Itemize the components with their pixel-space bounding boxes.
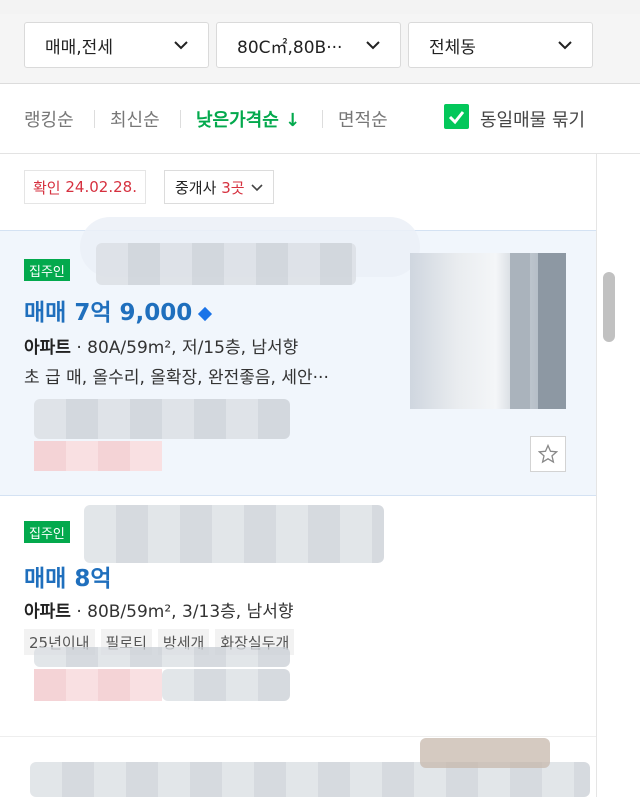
divider bbox=[180, 110, 181, 128]
chevron-down-icon bbox=[366, 41, 380, 50]
listing-spec-text: 80A/59m², 저/15층, 남서향 bbox=[87, 338, 299, 358]
chevron-down-icon bbox=[174, 41, 188, 50]
agents-label: 중개사 bbox=[175, 178, 217, 197]
confirm-prefix: 확인 bbox=[33, 178, 61, 197]
blurred-tag bbox=[34, 441, 162, 471]
divider bbox=[322, 110, 323, 128]
sort-ranking[interactable]: 랭킹순 bbox=[24, 106, 74, 132]
listing-photo[interactable] bbox=[410, 253, 566, 409]
listing-card[interactable]: 집주인 매매 8억 아파트 · 80B/59m², 3/13층, 남서향 25년… bbox=[0, 497, 596, 737]
confirm-date: 24.02.28. bbox=[65, 178, 137, 196]
listing-description: 초 급 매, 올수리, 올확장, 완전좋음, 세안··· bbox=[24, 368, 329, 388]
listing-card[interactable]: 집주인 매매 7억 9,000 아파트 · 80A/59m², 저/15층, 남… bbox=[0, 217, 596, 496]
scrollbar-thumb[interactable] bbox=[603, 272, 615, 342]
blurred-complex-name bbox=[96, 243, 356, 285]
price-drop-icon bbox=[198, 306, 213, 321]
chevron-down-icon bbox=[250, 184, 263, 192]
confirm-date-badge: 확인 24.02.28. bbox=[24, 170, 146, 204]
blurred-agent-info bbox=[34, 399, 290, 439]
blurred-agent-info bbox=[34, 647, 290, 667]
listing-price: 매매 8억 bbox=[24, 559, 112, 593]
sort-low-price[interactable]: 낮은가격순 ↓ bbox=[196, 106, 300, 132]
group-same-listings-checkbox[interactable] bbox=[444, 104, 469, 129]
listing-spec: 아파트 · 80B/59m², 3/13층, 남서향 bbox=[24, 602, 294, 622]
sort-bar: 랭킹순 최신순 낮은가격순 ↓ 면적순 동일매물 묶기 bbox=[0, 84, 640, 154]
star-icon bbox=[538, 444, 558, 464]
listing-card[interactable] bbox=[0, 738, 596, 797]
blurred-complex-name bbox=[84, 505, 384, 563]
agents-count: 3곳 bbox=[221, 178, 245, 197]
sort-low-price-label: 낮은가격순 bbox=[196, 110, 279, 131]
area-dropdown[interactable]: 80C㎡,80B··· bbox=[216, 22, 401, 68]
deal-type-value: 매매,전세 bbox=[45, 37, 113, 58]
owner-tag: 집주인 bbox=[24, 259, 70, 281]
favorite-button[interactable] bbox=[530, 436, 566, 472]
scrollbar-track[interactable] bbox=[596, 154, 640, 797]
photo-detail bbox=[538, 253, 566, 409]
owner-tag: 집주인 bbox=[24, 521, 70, 543]
listing-spec-text: 80B/59m², 3/13층, 남서향 bbox=[87, 602, 294, 622]
divider bbox=[94, 110, 95, 128]
sort-newest[interactable]: 최신순 bbox=[110, 106, 160, 132]
listing-spec: 아파트 · 80A/59m², 저/15층, 남서향 bbox=[24, 338, 299, 358]
blurred-agent-info bbox=[162, 669, 290, 701]
top-strip bbox=[0, 0, 640, 14]
listing-type: 아파트 bbox=[24, 602, 71, 622]
group-same-listings-label[interactable]: 동일매물 묶기 bbox=[480, 106, 585, 132]
checkmark-icon bbox=[448, 111, 465, 125]
region-dropdown[interactable]: 전체동 bbox=[408, 22, 593, 68]
listing-price: 매매 7억 9,000 bbox=[24, 293, 213, 327]
filter-bar: 매매,전세 80C㎡,80B··· 전체동 bbox=[0, 14, 640, 84]
blurred-photo bbox=[420, 738, 550, 768]
chevron-down-icon bbox=[558, 41, 572, 50]
listing-type: 아파트 bbox=[24, 338, 71, 358]
arrow-down-icon: ↓ bbox=[285, 110, 301, 131]
photo-detail bbox=[510, 253, 530, 409]
deal-type-dropdown[interactable]: 매매,전세 bbox=[24, 22, 209, 68]
region-value: 전체동 bbox=[429, 37, 476, 58]
blurred-tag bbox=[34, 669, 162, 701]
price-text: 매매 7억 9,000 bbox=[24, 300, 193, 326]
price-text: 매매 8억 bbox=[24, 566, 112, 592]
sort-area[interactable]: 면적순 bbox=[338, 106, 388, 132]
area-value: 80C㎡,80B··· bbox=[237, 37, 343, 58]
agents-button[interactable]: 중개사 3곳 bbox=[164, 170, 274, 204]
